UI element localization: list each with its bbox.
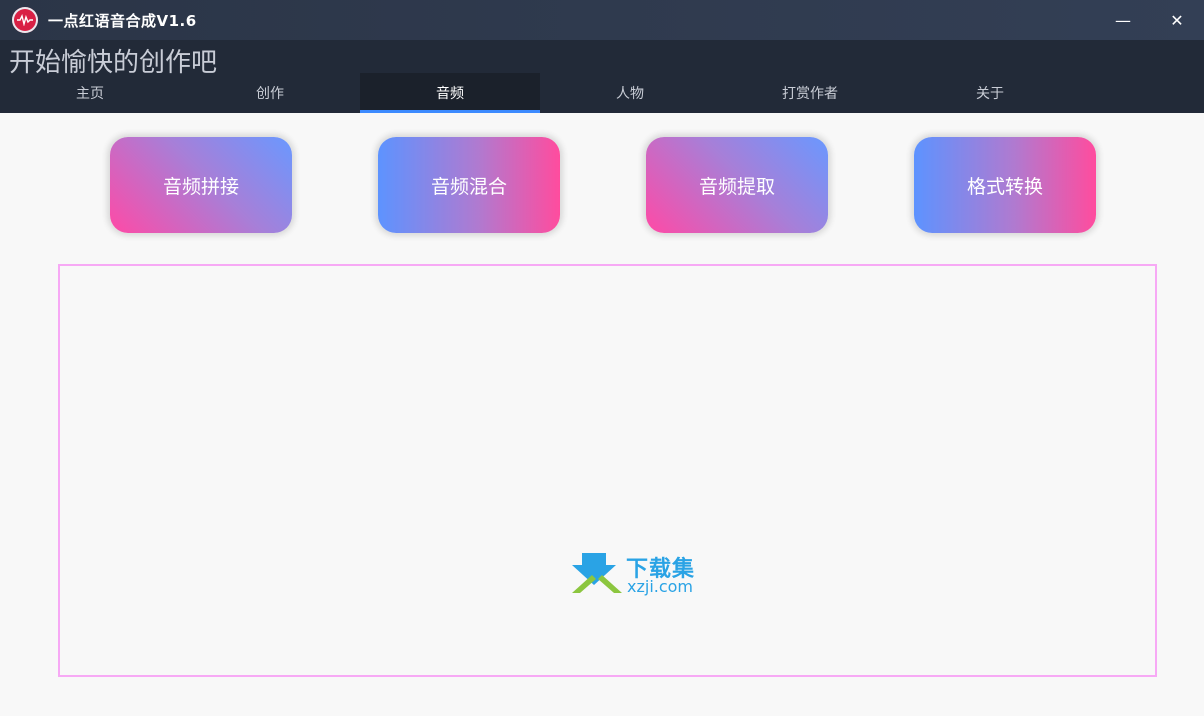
watermark-en: xzji.com (627, 577, 694, 596)
tab-label: 人物 (616, 86, 644, 102)
close-button[interactable]: ✕ (1150, 0, 1204, 40)
tab-label: 关于 (976, 86, 1004, 102)
tab-label: 主页 (76, 86, 104, 102)
tab-label: 创作 (256, 86, 284, 102)
button-label: 格式转换 (966, 175, 1043, 198)
tab-about[interactable]: 关于 (900, 73, 1080, 113)
audio-mix-button[interactable]: 音频混合 (378, 137, 560, 233)
app-logo-icon (12, 7, 38, 33)
app-title: 一点红语音合成V1.6 (48, 11, 197, 30)
button-label: 音频混合 (430, 175, 507, 198)
tab-create[interactable]: 创作 (180, 73, 360, 113)
tab-home[interactable]: 主页 (0, 73, 180, 113)
audio-concat-button[interactable]: 音频拼接 (110, 137, 292, 233)
tab-label: 打赏作者 (782, 86, 838, 102)
audio-extract-button[interactable]: 音频提取 (646, 137, 828, 233)
minimize-button[interactable]: — (1096, 0, 1150, 40)
button-label: 音频拼接 (162, 175, 239, 198)
watermark-logo: 下载集 xzji.com (570, 551, 710, 597)
title-bar: 一点红语音合成V1.6 — ✕ (0, 0, 1204, 40)
format-convert-button[interactable]: 格式转换 (914, 137, 1096, 233)
header: 开始愉快的创作吧 主页 创作 音频 人物 打赏作者 关于 (0, 40, 1204, 113)
download-arrow-icon (572, 553, 622, 593)
window-controls: — ✕ (1096, 0, 1204, 40)
tab-label: 音频 (436, 86, 464, 102)
tab-characters[interactable]: 人物 (540, 73, 720, 113)
audio-work-panel[interactable]: 下载集 xzji.com (58, 264, 1157, 677)
button-label: 音频提取 (698, 175, 775, 198)
tab-audio[interactable]: 音频 (360, 73, 540, 113)
close-icon: ✕ (1170, 10, 1184, 30)
tab-donate[interactable]: 打赏作者 (720, 73, 900, 113)
main-content: 音频拼接 音频混合 音频提取 格式转换 下载集 xzji.com (3, 113, 1201, 716)
minimize-icon: — (1115, 10, 1131, 30)
tab-bar: 主页 创作 音频 人物 打赏作者 关于 (0, 73, 1080, 113)
